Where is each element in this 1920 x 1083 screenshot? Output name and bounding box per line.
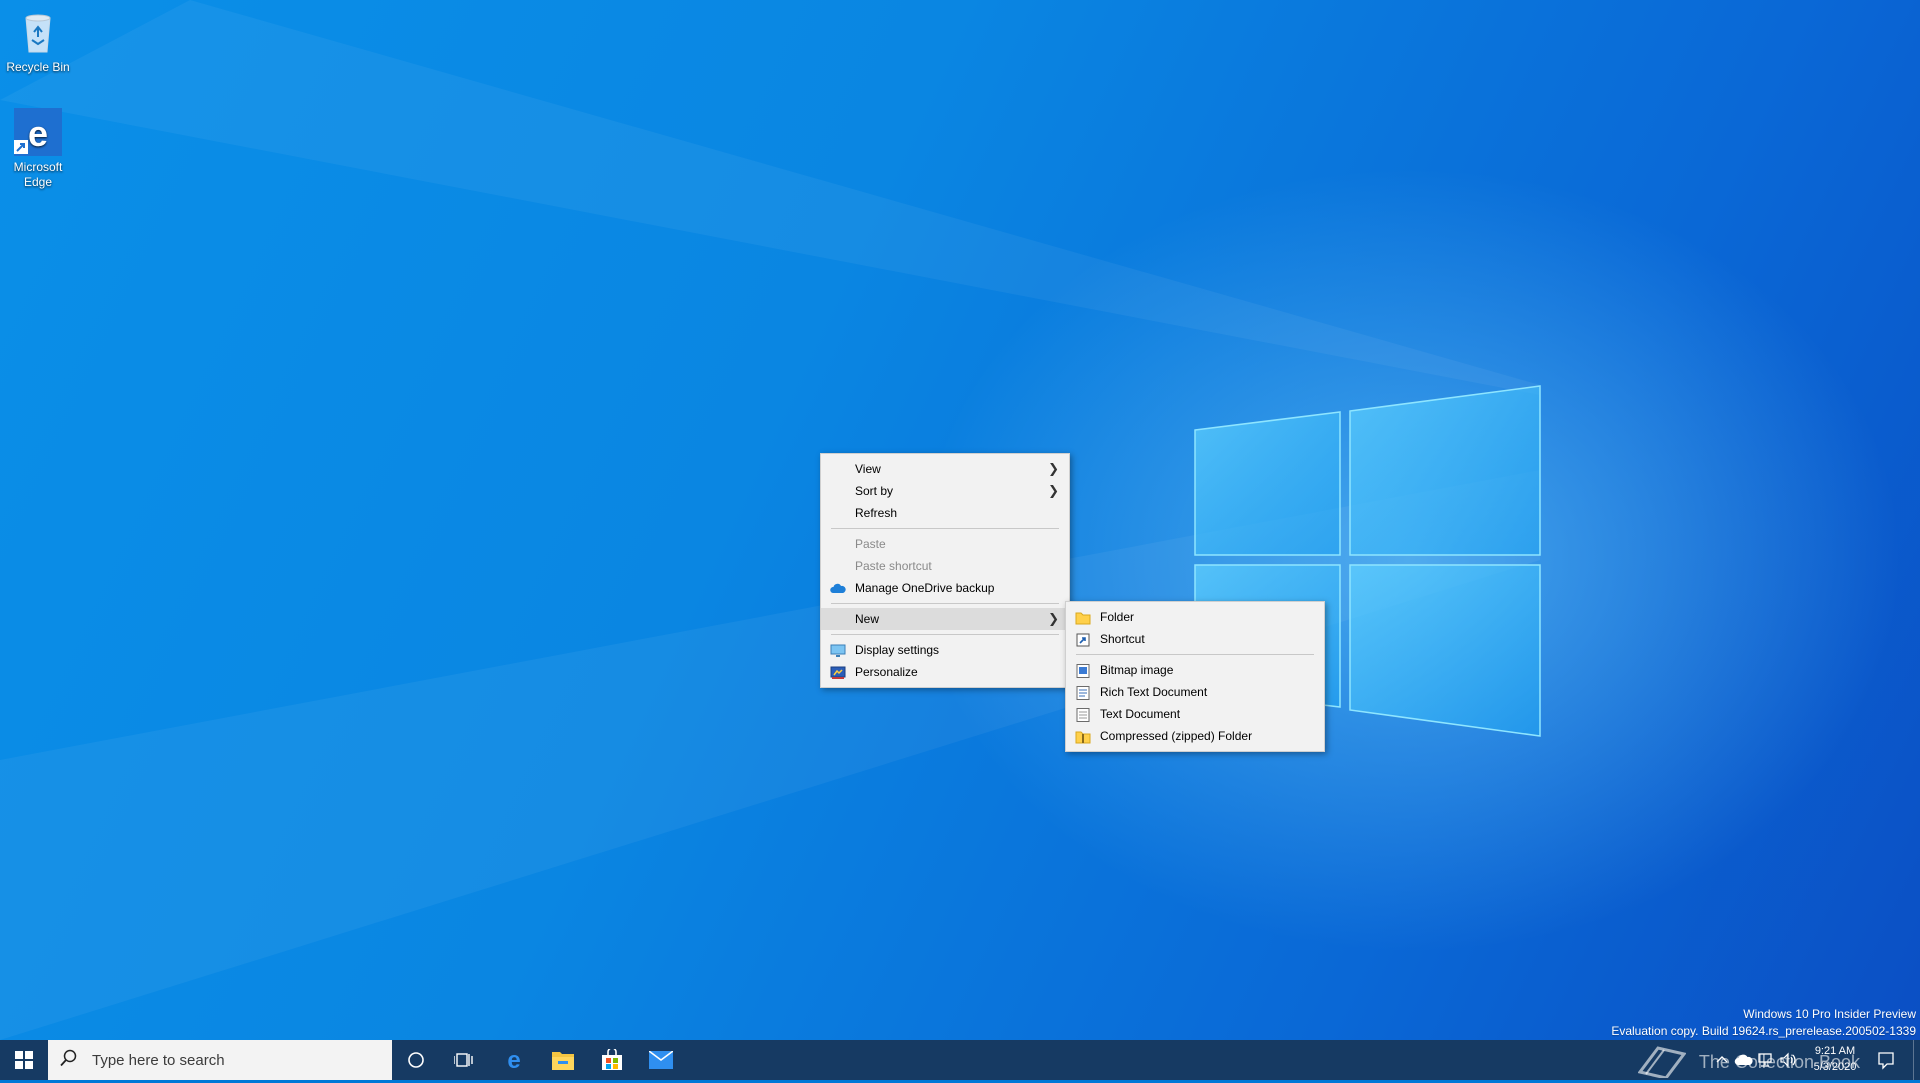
menu-item-personalize[interactable]: Personalize [821,661,1069,683]
taskbar-mail-button[interactable] [637,1040,685,1080]
store-icon [602,1049,622,1070]
submenu-item-label: Compressed (zipped) Folder [1100,729,1253,743]
menu-item-label: View [855,462,881,476]
text-document-icon [1075,707,1091,722]
taskbar-store-button[interactable] [588,1040,636,1080]
desktop-icon-label: Recycle Bin [6,60,70,74]
cortana-icon [408,1052,424,1068]
menu-item-label: New [855,612,880,626]
submenu-item-label: Shortcut [1100,632,1145,646]
onedrive-icon [830,581,846,595]
menu-item-new[interactable]: New ❯ [821,608,1069,630]
bitmap-icon [1075,663,1091,678]
svg-text:e: e [28,113,48,154]
rich-text-icon [1075,685,1091,700]
menu-item-label: Paste [855,537,886,551]
submenu-item-folder[interactable]: Folder [1066,606,1324,628]
search-icon [60,1049,82,1072]
watermark-build: Evaluation copy. Build 19624.rs_prerelea… [1611,1024,1916,1038]
submenu-item-label: Rich Text Document [1100,685,1208,699]
menu-separator [1076,654,1314,655]
submenu-item-bitmap-image[interactable]: Bitmap image [1066,659,1324,681]
zip-folder-icon [1075,729,1091,744]
menu-separator [831,634,1059,635]
search-input[interactable] [90,1050,374,1070]
submenu-item-text-document[interactable]: Text Document [1066,703,1324,725]
menu-separator [831,528,1059,529]
submenu-item-rich-text-document[interactable]: Rich Text Document [1066,681,1324,703]
notification-icon [1878,1052,1894,1070]
book-icon [1637,1042,1687,1083]
menu-item-paste[interactable]: Paste [821,533,1069,555]
submenu-item-label: Text Document [1100,707,1181,721]
menu-item-label: Paste shortcut [855,559,932,573]
folder-icon [1075,610,1091,625]
menu-item-label: Refresh [855,506,898,520]
cortana-button[interactable] [392,1040,440,1080]
menu-item-label: Manage OneDrive backup [855,581,995,595]
taskbar-edge-button[interactable]: e [490,1040,538,1080]
watermark-edition: Windows 10 Pro Insider Preview [1743,1007,1916,1021]
show-desktop-button[interactable] [1913,1040,1920,1080]
edge-icon: e [507,1048,520,1072]
submenu-item-compressed-folder[interactable]: Compressed (zipped) Folder [1066,725,1324,747]
file-explorer-icon [552,1052,574,1070]
menu-item-label: Sort by [855,484,894,498]
action-center-button[interactable] [1876,1050,1896,1070]
shortcut-icon [1075,632,1091,647]
edge-icon: e [14,108,62,156]
windows-start-icon [15,1051,33,1069]
desktop-icon-label: Microsoft Edge [13,160,63,189]
menu-item-label: Display settings [855,643,940,657]
taskbar-file-explorer-button[interactable] [539,1040,587,1080]
svg-text:e: e [507,1048,520,1072]
task-view-button[interactable] [440,1040,488,1080]
personalize-icon [830,665,846,679]
build-watermark: Windows 10 Pro Insider Preview Evaluatio… [1611,1006,1916,1040]
collection-book-overlay: The Collection Book [1637,1042,1860,1083]
menu-item-refresh[interactable]: Refresh [821,502,1069,524]
display-settings-icon [830,643,846,657]
mail-icon [649,1051,673,1069]
task-view-icon [454,1053,473,1067]
chevron-right-icon: ❯ [1048,461,1059,476]
desktop-context-menu: View ❯ Sort by ❯ Refresh Paste Paste sho… [820,453,1070,688]
chevron-right-icon: ❯ [1048,611,1059,626]
menu-item-paste-shortcut[interactable]: Paste shortcut [821,555,1069,577]
overlay-text: The Collection Book [1698,1052,1860,1072]
menu-item-manage-onedrive-backup[interactable]: Manage OneDrive backup [821,577,1069,599]
taskbar: e 9:21 AM 5/3/2020 [0,1040,1920,1080]
menu-item-display-settings[interactable]: Display settings [821,639,1069,661]
desktop-icon-recycle-bin[interactable]: Recycle Bin [0,8,78,75]
recycle-bin-icon [14,8,62,56]
start-button[interactable] [0,1040,48,1080]
taskbar-search-box[interactable] [48,1040,392,1080]
submenu-item-shortcut[interactable]: Shortcut [1066,628,1324,650]
submenu-item-label: Bitmap image [1100,663,1174,677]
menu-item-sort-by[interactable]: Sort by ❯ [821,480,1069,502]
new-submenu: Folder Shortcut Bitmap image Rich Text D… [1065,601,1325,752]
menu-item-view[interactable]: View ❯ [821,458,1069,480]
chevron-right-icon: ❯ [1048,483,1059,498]
submenu-item-label: Folder [1100,610,1135,624]
menu-item-label: Personalize [855,665,918,679]
desktop[interactable]: Recycle Bin e Microsoft Edge View ❯ Sort… [0,0,1920,1040]
menu-separator [831,603,1059,604]
desktop-icon-edge[interactable]: e Microsoft Edge [0,108,78,190]
